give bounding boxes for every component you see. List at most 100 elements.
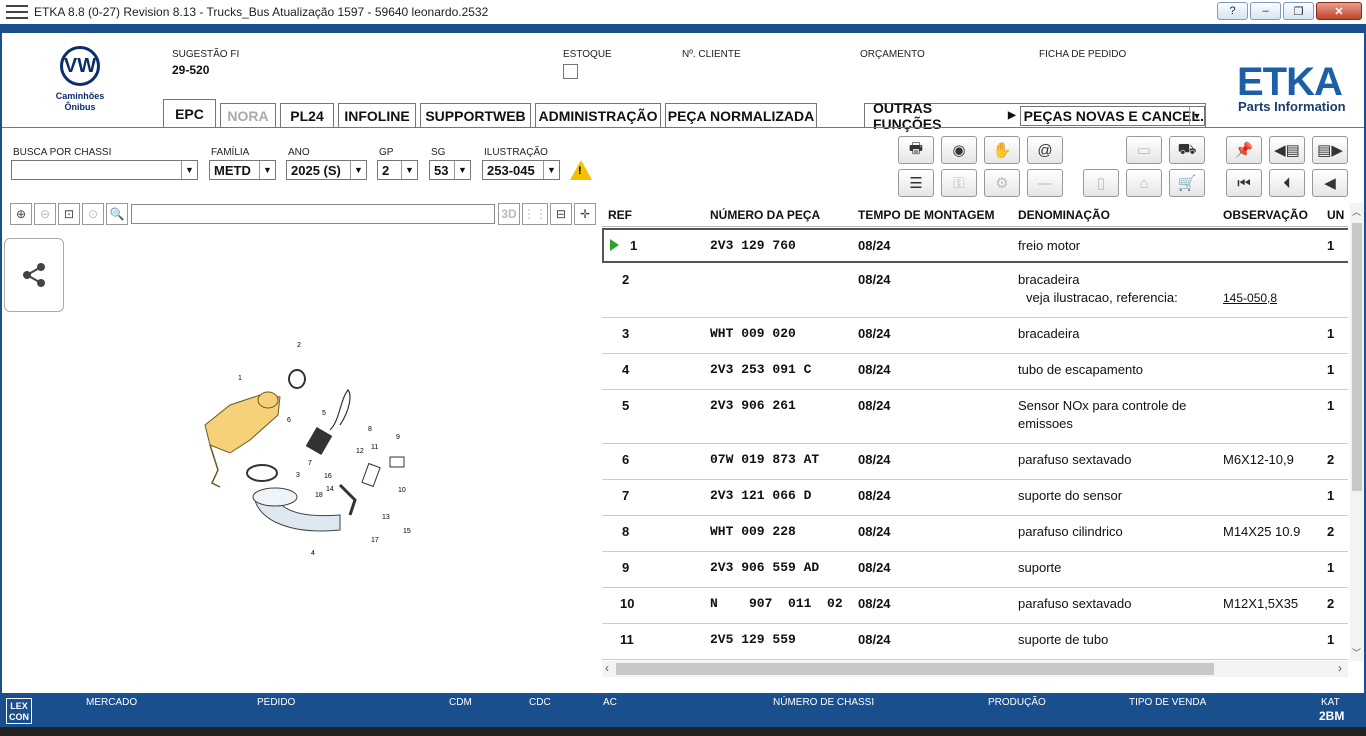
view-3d-button[interactable]: 3D [498,203,520,225]
back-icon[interactable]: ◀ [1312,169,1348,197]
dealer-icon[interactable]: ⌂ [1126,169,1162,197]
outras-funcoes-select[interactable]: PEÇAS NOVAS E CANCEL. ▼ [1019,105,1205,126]
minus-icon[interactable]: — [1027,169,1063,197]
familia-select[interactable]: METD ▼ [209,160,276,180]
callout-label: 16 [324,473,332,480]
pin-icon[interactable]: 📌 [1226,136,1262,164]
ilustracao-select[interactable]: 253-045 ▼ [482,160,560,180]
col-observacao[interactable]: OBSERVAÇÃO [1223,208,1308,222]
chevron-down-icon: ▼ [454,161,470,179]
list-icon[interactable]: ☰ [898,169,934,197]
search-icon[interactable]: 🔍 [106,203,128,225]
tab-epc[interactable]: EPC [163,99,216,128]
cart-icon[interactable]: 🛒 [1169,169,1205,197]
col-denominacao[interactable]: DENOMINAÇÃO [1018,208,1110,222]
depot-icon[interactable]: ▭ [1126,136,1162,164]
sensor-part[interactable] [305,426,333,456]
clamp-part[interactable] [288,369,306,389]
callout-label: 3 [296,472,300,479]
vertical-scroll-thumb[interactable] [1352,223,1362,491]
vertical-scrollbar[interactable]: ︿ ﹀ [1350,203,1364,661]
illustration-search-input[interactable] [131,204,495,224]
table-row[interactable]: 9 2V3 906 559 AD 08/24 suporte 1 [602,552,1348,588]
cart-arrow-icon[interactable]: ⛟ [1169,136,1205,164]
cell-un: 1 [1327,560,1335,575]
first-page-icon[interactable]: ⏮ [1226,169,1262,197]
page-forward-icon[interactable]: ▤▶ [1312,136,1348,164]
callout-label: 4 [311,550,315,557]
horizontal-scroll-thumb[interactable] [616,663,1214,675]
table-row[interactable]: 5 2V3 906 261 08/24 Sensor NOx para cont… [602,390,1348,444]
parts-illustration[interactable]: 1 2 3 4 5 6 7 8 9 10 11 12 13 14 15 16 1… [190,335,420,565]
col-un[interactable]: UN [1327,208,1344,222]
estoque-checkbox[interactable] [563,64,578,79]
exhaust-brake-part[interactable] [204,391,281,488]
chevron-right-icon[interactable]: › [1338,661,1342,675]
previous-page-icon[interactable]: ⏴ [1269,169,1305,197]
col-ref[interactable]: REF [608,208,632,222]
split-view-icon[interactable]: ⊟ [550,203,572,225]
tab-administracao[interactable]: ADMINISTRAÇÃO [535,103,661,127]
footer-kat-value: 2BM [1319,709,1345,723]
zoom-fit-icon[interactable]: ⊡ [58,203,80,225]
callout-label: 18 [315,492,323,499]
sensor-wire-part[interactable] [329,389,351,431]
table-row[interactable]: 6 07W 019 873 AT 08/24 parafuso sextavad… [602,444,1348,480]
chevron-left-icon[interactable]: ‹ [605,661,609,675]
resize-icon[interactable]: ✛ [574,203,596,225]
sg-select[interactable]: 53 ▼ [429,160,471,180]
horizontal-scrollbar[interactable]: ‹ › [602,661,1348,677]
table-row[interactable]: 1 2V3 129 760 08/24 freio motor 1 [602,228,1348,263]
tab-infoline[interactable]: INFOLINE [338,103,416,127]
col-tempo[interactable]: TEMPO DE MONTAGEM [858,208,994,222]
handshake-icon[interactable]: ✋ [984,136,1020,164]
help-button[interactable]: ? [1217,2,1248,20]
ano-select[interactable]: 2025 (S) ▼ [286,160,367,180]
cell-ref: 10 [620,596,635,611]
warning-icon[interactable]: ! [570,160,592,180]
chevron-up-icon[interactable]: ︿ [1352,205,1361,218]
share-button[interactable] [4,238,64,312]
table-row[interactable]: 8 WHT 009 228 08/24 parafuso cilindrico … [602,516,1348,552]
col-numero[interactable]: NÚMERO DA PEÇA [710,208,820,222]
disc-icon[interactable]: ◉ [941,136,977,164]
table-row[interactable]: 4 2V3 253 091 C 08/24 tubo de escapament… [602,354,1348,390]
tab-peca-normalizada[interactable]: PEÇA NORMALIZADA [665,103,817,127]
cell-part: 2V5 129 559 [710,632,796,647]
bracket-part[interactable] [361,462,381,488]
minimize-button[interactable]: – [1250,2,1281,20]
support-part[interactable] [338,483,357,516]
table-row[interactable]: 3 WHT 009 020 08/24 bracadeira 1 [602,318,1348,354]
print-icon[interactable]: 🖶 [898,136,934,164]
key-icon[interactable]: ⚿ [941,169,977,197]
clamp-part[interactable] [246,464,278,482]
gp-select[interactable]: 2 ▼ [377,160,418,180]
tab-nora[interactable]: NORA [220,103,276,127]
grid-icon[interactable]: ⋮⋮ [522,203,548,225]
table-row[interactable]: 10 N 907 011 02 08/24 parafuso sextavado… [602,588,1348,624]
tab-pl24[interactable]: PL24 [280,103,334,127]
device-icon[interactable]: ▯ [1083,169,1119,197]
tab-supportweb[interactable]: SUPPORTWEB [420,103,531,127]
zoom-reset-icon[interactable]: ⊙ [82,203,104,225]
title-bar: ETKA 8.8 (0-27) Revision 8.13 - Trucks_B… [0,0,1366,24]
restore-button[interactable]: ❐ [1283,2,1314,20]
page-back-icon[interactable]: ◀▤ [1269,136,1305,164]
menu-icon[interactable] [6,5,28,19]
tool-icon[interactable]: ⚙ [984,169,1020,197]
sugestao-value: 29-520 [172,63,210,77]
table-row[interactable]: 11 2V5 129 559 08/24 suporte de tubo 1 [602,624,1348,660]
zoom-out-icon[interactable]: ⊖ [34,203,56,225]
chevron-down-icon[interactable]: ﹀ [1352,646,1361,659]
chassi-select[interactable]: ▼ [11,160,198,180]
ficha-label: FICHA DE PEDIDO [1039,49,1127,60]
table-row[interactable]: 7 2V3 121 066 D 08/24 suporte do sensor … [602,480,1348,516]
bracket-part[interactable] [389,456,405,468]
reference-link[interactable]: 145-050,8 [1223,289,1277,307]
table-row[interactable]: 2 08/24 bracadeira veja ilustracao, refe… [602,264,1348,318]
at-sign-icon[interactable]: @ [1027,136,1063,164]
pipe-part[interactable] [252,487,341,532]
close-button[interactable]: ✕ [1316,2,1362,20]
zoom-in-icon[interactable]: ⊕ [10,203,32,225]
footer-cdc: CDC [529,697,551,708]
